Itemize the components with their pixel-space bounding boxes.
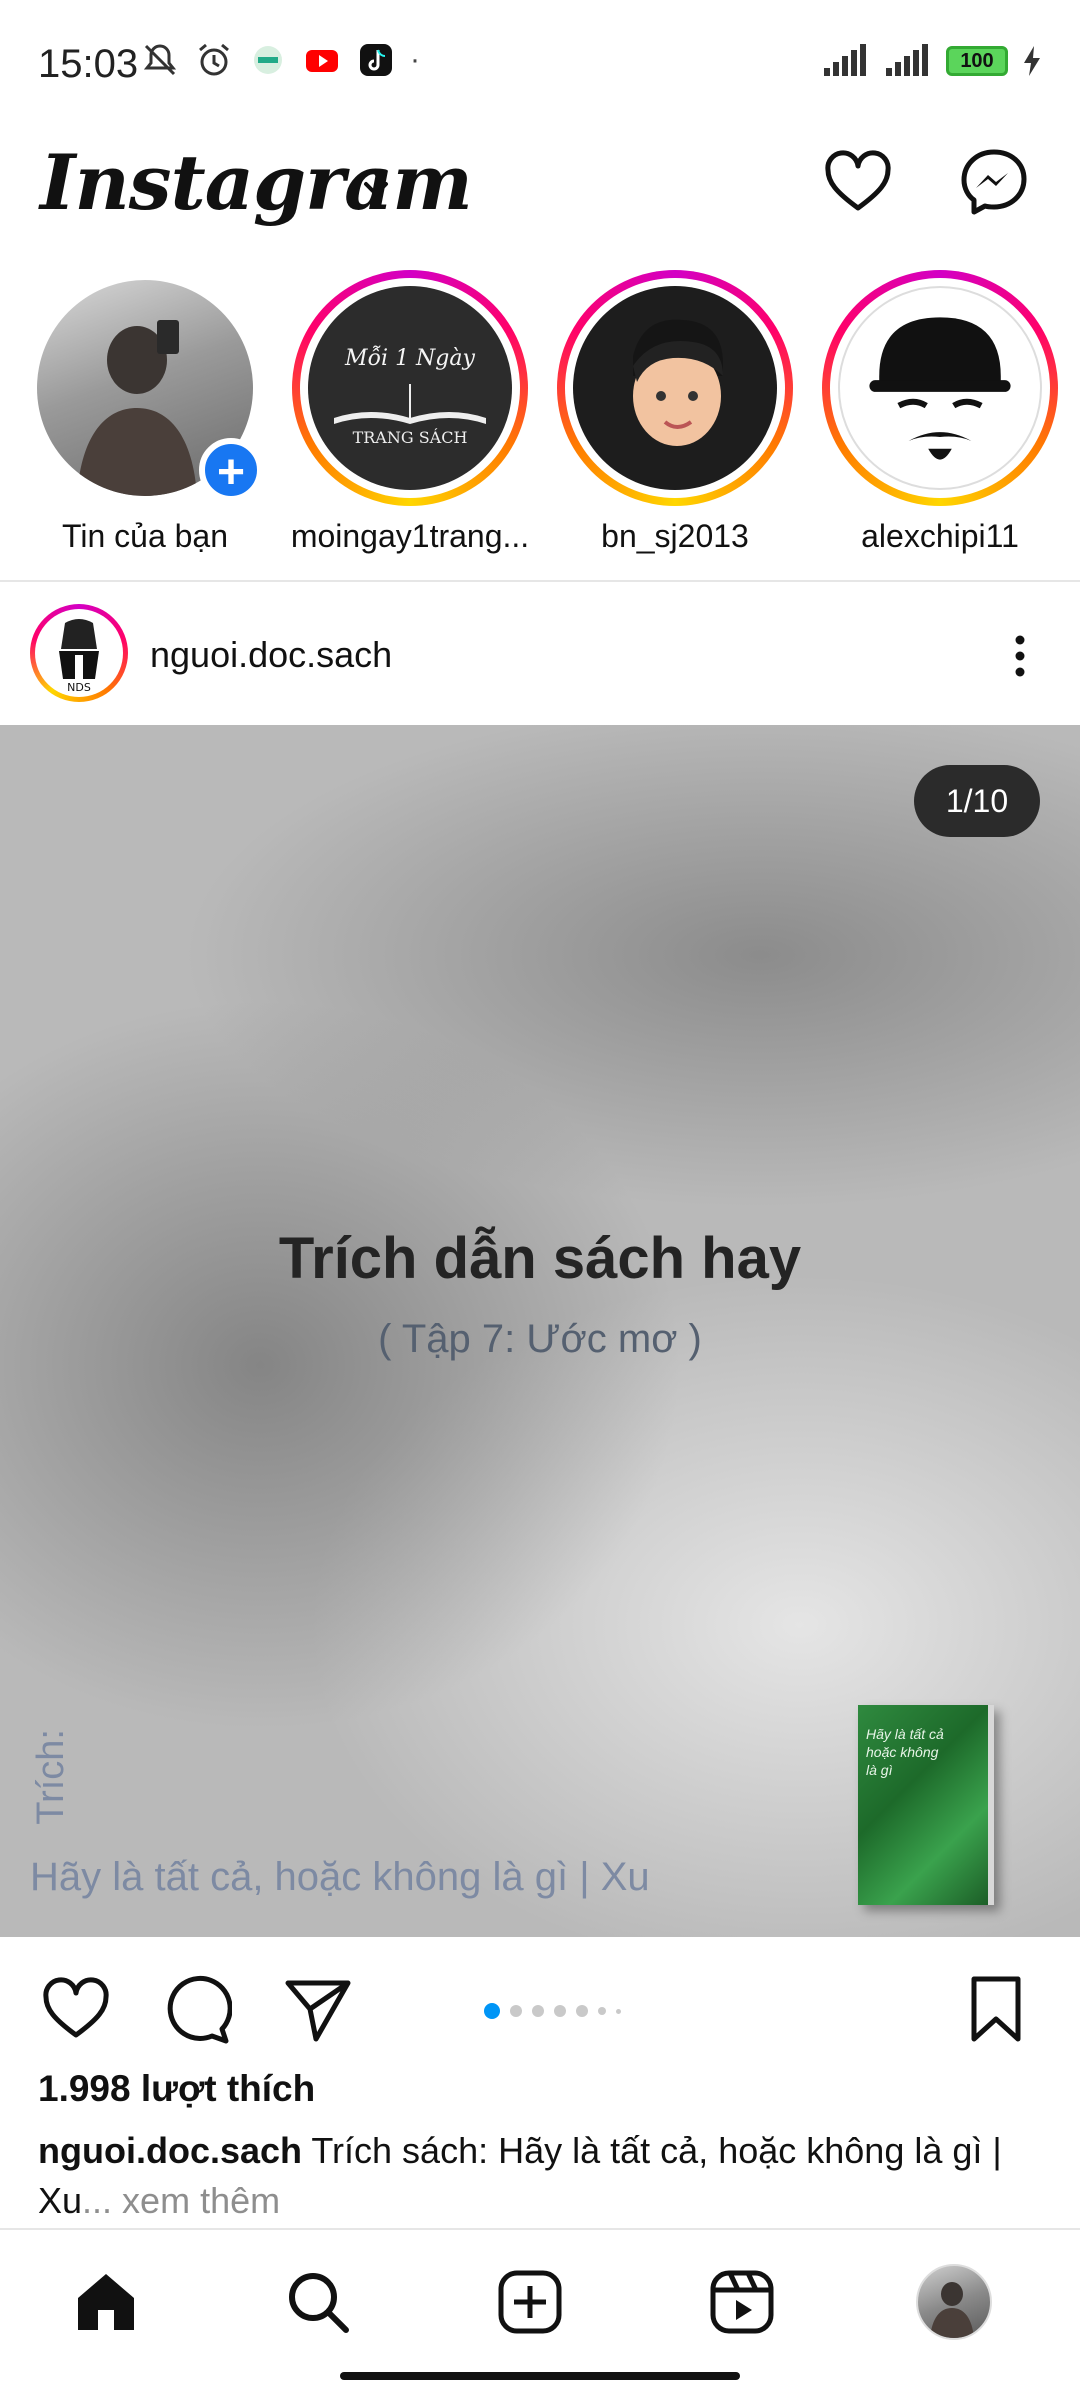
status-bar: 15:03 · 100 (0, 0, 1080, 128)
avatar-text: TRANG SÁCH (352, 428, 468, 447)
post-caption: nguoi.doc.sach Trích sách: Hãy là tất cả… (38, 2126, 1048, 2226)
image-title: Trích dẫn sách hay (278, 1226, 802, 1291)
battery-icon: 100 (946, 46, 1008, 76)
app-icon (254, 46, 282, 74)
carousel-dot-active (484, 2003, 500, 2019)
profile-avatar (916, 2264, 992, 2340)
mute-icon (143, 44, 177, 76)
post-avatar[interactable]: NDS (30, 604, 128, 702)
nav-profile[interactable] (904, 2252, 1004, 2352)
status-time: 15:03 (38, 42, 139, 86)
heart-icon[interactable] (822, 146, 894, 218)
nav-reels[interactable] (692, 2252, 792, 2352)
more-options-icon[interactable] (1000, 626, 1040, 686)
carousel-dot (616, 2008, 621, 2014)
like-heart-icon[interactable] (40, 1973, 112, 2045)
story-avatar-ring: Mỗi 1 Ngày TRANG SÁCH (292, 270, 528, 506)
cartoon-face-icon (869, 317, 1011, 460)
open-book-icon (334, 384, 486, 424)
avatar (573, 286, 777, 490)
app-header: Instagram (0, 128, 1080, 258)
see-more-link[interactable]: ... xem thêm (82, 2180, 280, 2221)
post-actions (0, 1937, 1080, 2067)
image-quote: Hãy là tất cả, hoặc không là gì | Xu (30, 1855, 650, 1899)
nav-search[interactable] (268, 2252, 368, 2352)
image-side-label: Trích: (30, 1729, 72, 1825)
avatar-text: NDS (67, 681, 91, 694)
carousel-counter: 1/10 (914, 765, 1040, 837)
story-bn-sj2013[interactable]: bn_sj2013 (555, 270, 795, 555)
reader-logo-icon: NDS (59, 619, 99, 694)
gesture-home-bar[interactable] (340, 2372, 740, 2380)
post-image[interactable]: 1/10 Trích dẫn sách hay ( Tập 7: Ước mơ … (0, 725, 1080, 1937)
share-send-icon[interactable] (282, 1973, 354, 2045)
bookmark-icon[interactable] (966, 1973, 1026, 2045)
story-own[interactable]: + Tin của bạn (25, 270, 265, 555)
story-name: alexchipi11 (861, 518, 1019, 554)
post-username[interactable]: nguoi.doc.sach (150, 634, 392, 676)
story-alexchipi11[interactable]: alexchipi11 (820, 270, 1060, 555)
carousel-dot (554, 2005, 566, 2017)
charging-icon (1024, 46, 1040, 76)
divider (0, 580, 1080, 582)
stories-tray: + Tin của bạn Mỗi 1 Ngày TRANG SÁCH moin… (0, 270, 1080, 570)
avatar: NDS (35, 609, 123, 697)
carousel-indicator (484, 2003, 621, 2019)
search-icon (289, 2273, 349, 2333)
youtube-icon (306, 50, 338, 72)
more-notifications-dot: · (410, 43, 420, 76)
create-icon (498, 2270, 562, 2334)
signal-icon (886, 44, 928, 76)
memoji-avatar-icon (633, 319, 723, 446)
instagram-logo[interactable]: Instagram (40, 138, 473, 227)
messenger-icon[interactable] (958, 146, 1030, 218)
tiktok-icon (360, 44, 392, 76)
carousel-dot (510, 2005, 522, 2017)
reels-icon (710, 2270, 774, 2334)
avatar-text: Mỗi 1 Ngày (345, 346, 475, 371)
comment-icon[interactable] (160, 1973, 232, 2045)
image-subtitle: ( Tập 7: Ước mơ ) (378, 1317, 702, 1361)
alarm-icon (199, 43, 229, 76)
battery-level: 100 (960, 49, 994, 72)
story-avatar-ring (822, 270, 1058, 506)
story-avatar-ring (557, 270, 793, 506)
add-story-button[interactable]: + (199, 438, 263, 502)
avatar: Mỗi 1 Ngày TRANG SÁCH (308, 286, 512, 490)
story-name: Tin của bạn (61, 518, 229, 554)
avatar (838, 286, 1042, 490)
status-left-icons: · (140, 40, 420, 80)
carousel-dot (532, 2005, 544, 2017)
story-name: moingay1trang... (290, 518, 530, 554)
chevron-down-icon[interactable] (358, 172, 394, 208)
story-avatar-ring: + (27, 270, 263, 506)
person-silhouette-icon (930, 2282, 974, 2338)
signal-icon (824, 44, 866, 76)
caption-username[interactable]: nguoi.doc.sach (38, 2130, 302, 2171)
book-cover-image: Hãy là tất cả hoặc không là gì (858, 1705, 994, 1905)
status-right-icons: 100 (822, 44, 1042, 78)
post-header: NDS nguoi.doc.sach (0, 596, 1080, 714)
nav-home[interactable] (56, 2252, 156, 2352)
likes-count[interactable]: 1.998 lượt thích (38, 2068, 315, 2110)
story-moingay1trang[interactable]: Mỗi 1 Ngày TRANG SÁCH moingay1trang... (290, 270, 530, 555)
nav-create[interactable] (480, 2252, 580, 2352)
bottom-navigation (0, 2230, 1080, 2360)
carousel-dot (576, 2005, 588, 2017)
story-name: bn_sj2013 (601, 518, 749, 554)
carousel-dot (598, 2007, 606, 2015)
book-cover-text: Hãy là tất cả hoặc không là gì (866, 1726, 944, 1778)
home-icon (78, 2274, 134, 2330)
